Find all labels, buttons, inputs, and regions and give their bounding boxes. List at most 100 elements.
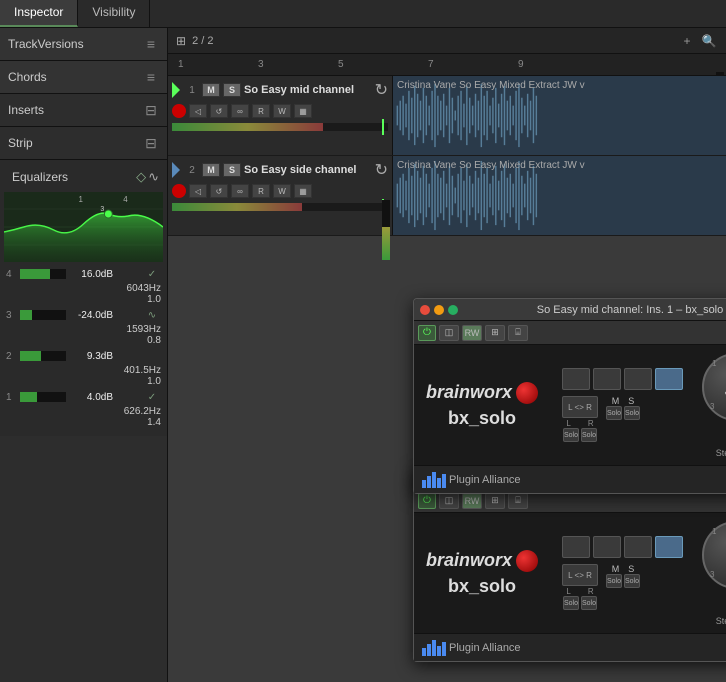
- track-1-write-button[interactable]: W: [273, 104, 291, 118]
- track-2: 2 M S So Easy side channel ↻ ◁ ↺ ∞ R W ▦: [168, 156, 726, 236]
- plugin-1-maximize-dot[interactable]: [448, 305, 458, 315]
- track-1-mute-button[interactable]: M: [202, 83, 220, 97]
- plugin-1-footer-text: Plugin Alliance: [449, 474, 521, 486]
- eq-bypass-icon[interactable]: ◇: [136, 169, 146, 185]
- track-2-top-row: 2 M S So Easy side channel ↻: [168, 156, 392, 182]
- chords-row[interactable]: Chords ≡: [0, 61, 167, 93]
- plugin-2-s-solo[interactable]: Solo: [624, 574, 640, 588]
- plugin-2-tb-btn-grid[interactable]: ⊞: [485, 493, 505, 509]
- track-versions-row[interactable]: TrackVersions ≡: [0, 28, 167, 60]
- plugin-1-s-solo[interactable]: Solo: [624, 406, 640, 420]
- plugin-2-knob[interactable]: 1 2 3 4: [702, 521, 726, 589]
- bx-solo-text-2: bx_solo: [448, 576, 516, 597]
- plugin-1-close-dot[interactable]: [420, 305, 430, 315]
- plugin-1-lr-button[interactable]: L <> R: [562, 396, 598, 418]
- plugin-1-power-button[interactable]: ⏻: [418, 325, 436, 341]
- bar-2: [427, 476, 431, 488]
- track-1-record-button[interactable]: [172, 104, 186, 118]
- plugin-1-toolbar: ⏻ ◫ RW ⊞ ⌸ ◁ ▷: [414, 321, 726, 345]
- eq-band-1-bar: [20, 392, 66, 402]
- strip-label: Strip: [8, 136, 33, 150]
- search-button[interactable]: 🔍: [700, 32, 718, 50]
- plugin-1-solo-row: Solo Solo: [563, 428, 597, 442]
- brainworx-text-2: brainworx: [426, 550, 512, 571]
- track-2-mute-button[interactable]: M: [202, 163, 220, 177]
- track-2-read-button[interactable]: R: [252, 184, 270, 198]
- track-1-solo-button[interactable]: S: [223, 83, 241, 97]
- track-1-loop-button[interactable]: ↺: [210, 104, 228, 118]
- plugin-window-2: So Easy side channel: Ins. 1 – bx_solo ⏻…: [413, 466, 726, 662]
- plugin-2-scale-3: 3: [710, 570, 714, 579]
- plugin-1-tb-btn-rw[interactable]: RW: [462, 325, 482, 341]
- eq-band-1: 1 4.0dB ✓: [4, 389, 163, 405]
- track-1-read-button[interactable]: R: [252, 104, 270, 118]
- eq-header-icons: ◇ ∿: [136, 169, 159, 185]
- plugin-2-lr-ms-area: L <> R L R Solo Solo: [562, 564, 683, 610]
- plugin-1-l-solo[interactable]: Solo: [563, 428, 579, 442]
- plugin-2-lr-button[interactable]: L <> R: [562, 564, 598, 586]
- track-2-meter: [382, 200, 390, 260]
- plugin-2-btn-c[interactable]: [624, 536, 652, 558]
- plugin-1-lr-group: L <> R L R Solo Solo: [562, 396, 598, 442]
- plugin-2-btn-b[interactable]: [593, 536, 621, 558]
- plugin-2-body: brainworx bx_solo: [414, 513, 726, 633]
- plugin-1-btn-row-1: [562, 368, 683, 390]
- plugin-1-tb-btn-1[interactable]: ◫: [439, 325, 459, 341]
- ruler-mark-3: 3: [258, 59, 264, 70]
- plugin-1-m-label: M: [612, 396, 620, 406]
- plugin-2-logo: brainworx bx_solo: [422, 550, 542, 597]
- plugin-1-btn-b[interactable]: [593, 368, 621, 390]
- strip-row[interactable]: Strip ⊟: [0, 127, 167, 159]
- plugin-1-minimize-dot[interactable]: [434, 305, 444, 315]
- bar2-5: [442, 642, 446, 656]
- track-2-write-button[interactable]: W: [273, 184, 291, 198]
- track-2-rewind-button[interactable]: ◁: [189, 184, 207, 198]
- plugin-2-r-solo[interactable]: Solo: [581, 596, 597, 610]
- inserts-label: Inserts: [8, 103, 44, 117]
- track-1-rewind-button[interactable]: ◁: [189, 104, 207, 118]
- plugin-2-tb-btn-rw[interactable]: RW: [462, 493, 482, 509]
- plugin-1-knob[interactable]: 1 2 3 4: [702, 353, 726, 421]
- track-1-settings-icon[interactable]: ↻: [375, 80, 388, 100]
- eq-band-3-freq-val: 1593Hz: [6, 324, 161, 335]
- eq-band-1-num: 1: [6, 392, 18, 403]
- plugin-1-btn-d[interactable]: [655, 368, 683, 390]
- plugin-1-btn-a[interactable]: [562, 368, 590, 390]
- add-track-button[interactable]: +: [678, 32, 696, 50]
- plugin-1-scale-3: 3: [710, 402, 714, 411]
- eq-settings-icon[interactable]: ∿: [148, 169, 159, 185]
- track-2-loop-button[interactable]: ↺: [210, 184, 228, 198]
- plugin-1-tb-btn-grid[interactable]: ⊞: [485, 325, 505, 341]
- track-2-extra-button[interactable]: ▦: [294, 184, 312, 198]
- plugin-1-s-label: S: [628, 396, 634, 406]
- tab-visibility[interactable]: Visibility: [78, 0, 150, 27]
- track-1-waveform: Cristina Vane So Easy Mixed Extract JW v: [393, 76, 726, 155]
- plugin-2-btn-a[interactable]: [562, 536, 590, 558]
- bx-solo-text-1: bx_solo: [448, 408, 516, 429]
- plugin-2-power-button[interactable]: ⏻: [418, 493, 436, 509]
- plugin-1-m-solo[interactable]: Solo: [606, 406, 622, 420]
- inserts-row[interactable]: Inserts ⊟: [0, 94, 167, 126]
- plugin-1-r-solo[interactable]: Solo: [581, 428, 597, 442]
- track-1-volume-fill: [172, 123, 323, 131]
- track-1-top-row: 1 M S So Easy mid channel ↻: [168, 76, 392, 102]
- track-2-link-button[interactable]: ∞: [231, 184, 249, 198]
- track-2-solo-button[interactable]: S: [223, 163, 241, 177]
- track-2-record-button[interactable]: [172, 184, 186, 198]
- plugin-2-tb-btn-1[interactable]: ◫: [439, 493, 459, 509]
- plugin-2-m-solo[interactable]: Solo: [606, 574, 622, 588]
- tab-inspector[interactable]: Inspector: [0, 0, 78, 27]
- plugin-1-tb-btn-wrap[interactable]: ⌸: [508, 325, 528, 341]
- plugin-2-tb-btn-wrap[interactable]: ⌸: [508, 493, 528, 509]
- svg-text:3: 3: [100, 206, 104, 213]
- plugin-2-l-solo[interactable]: Solo: [563, 596, 579, 610]
- plugin-2-btn-d[interactable]: [655, 536, 683, 558]
- plugin-1-ms-labels: M S: [612, 396, 635, 406]
- plugin-1-lr-ms-area: L <> R L R Solo Solo: [562, 396, 683, 442]
- track-1-link-button[interactable]: ∞: [231, 104, 249, 118]
- track-1-extra-button[interactable]: ▦: [294, 104, 312, 118]
- plugin-1-btn-c[interactable]: [624, 368, 652, 390]
- track-2-settings-icon[interactable]: ↻: [375, 160, 388, 180]
- track-versions-section: TrackVersions ≡: [0, 28, 167, 61]
- plugin-1-ms-solo-row: Solo Solo: [606, 406, 640, 420]
